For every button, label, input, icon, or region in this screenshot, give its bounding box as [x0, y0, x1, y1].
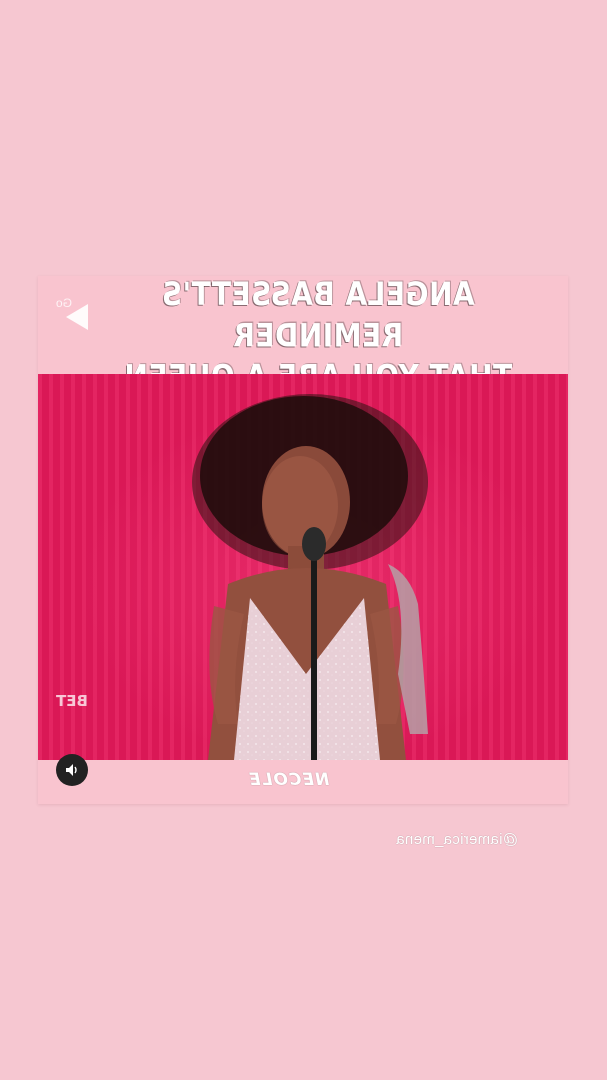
mention-sticker[interactable]: @iamerica_mena — [396, 831, 518, 848]
brand-logo: NECOLE — [248, 770, 330, 790]
video-player[interactable]: BET — [38, 374, 568, 760]
post-header: ANGELA BASSETT'S REMINDER THAT YOU ARE A… — [38, 275, 568, 396]
video-frame-woman-at-microphone — [192, 394, 428, 760]
post-footer: NECOLE — [38, 760, 568, 804]
speaker-muted-icon — [66, 764, 77, 776]
headline-line-1: ANGELA BASSETT'S REMINDER — [161, 275, 475, 355]
bet-watermark: BET — [56, 692, 88, 710]
shared-post-card[interactable]: ANGELA BASSETT'S REMINDER THAT YOU ARE A… — [38, 275, 568, 804]
back-arrow-icon[interactable] — [58, 298, 96, 336]
mute-button[interactable] — [56, 754, 88, 786]
